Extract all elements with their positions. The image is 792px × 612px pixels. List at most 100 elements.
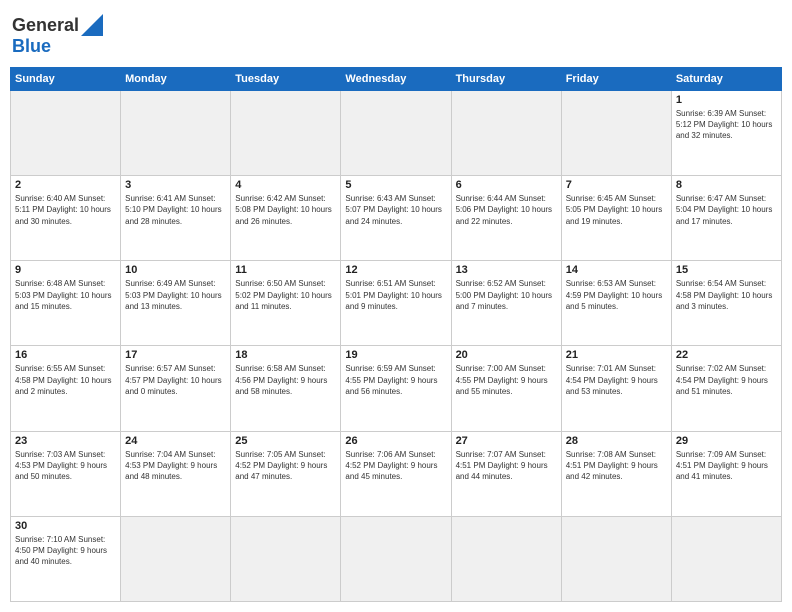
- day-number: 11: [235, 264, 336, 276]
- day-number: 24: [125, 435, 226, 447]
- calendar-cell: 15 Sunrise: 6:54 AM Sunset: 4:58 PM Dayli…: [671, 261, 781, 346]
- logo: General Blue: [12, 14, 103, 57]
- weekday-header-saturday: Saturday: [671, 68, 781, 91]
- day-number: 10: [125, 264, 226, 276]
- day-number: 26: [345, 435, 446, 447]
- calendar-cell: 4 Sunrise: 6:42 AM Sunset: 5:08 PM Daylig…: [231, 176, 341, 261]
- calendar-week-4: 16 Sunrise: 6:55 AM Sunset: 4:58 PM Dayli…: [11, 346, 782, 431]
- calendar-cell: 5 Sunrise: 6:43 AM Sunset: 5:07 PM Daylig…: [341, 176, 451, 261]
- day-info: Sunrise: 6:49 AM Sunset: 5:03 PM Dayligh…: [125, 278, 226, 312]
- calendar-cell: 1 Sunrise: 6:39 AM Sunset: 5:12 PM Daylig…: [671, 91, 781, 176]
- calendar-cell: [11, 91, 121, 176]
- day-info: Sunrise: 6:55 AM Sunset: 4:58 PM Dayligh…: [15, 363, 116, 397]
- day-number: 30: [15, 520, 116, 532]
- day-number: 13: [456, 264, 557, 276]
- calendar-cell: [561, 91, 671, 176]
- calendar-cell: 19 Sunrise: 6:59 AM Sunset: 4:55 PM Dayli…: [341, 346, 451, 431]
- calendar-cell: 20 Sunrise: 7:00 AM Sunset: 4:55 PM Dayli…: [451, 346, 561, 431]
- calendar-cell: [231, 91, 341, 176]
- day-info: Sunrise: 6:52 AM Sunset: 5:00 PM Dayligh…: [456, 278, 557, 312]
- day-info: Sunrise: 7:10 AM Sunset: 4:50 PM Dayligh…: [15, 534, 116, 568]
- day-info: Sunrise: 7:02 AM Sunset: 4:54 PM Dayligh…: [676, 363, 777, 397]
- logo-triangle-icon: [81, 14, 103, 36]
- calendar-body: 1 Sunrise: 6:39 AM Sunset: 5:12 PM Daylig…: [11, 91, 782, 602]
- calendar-cell: 22 Sunrise: 7:02 AM Sunset: 4:54 PM Dayli…: [671, 346, 781, 431]
- day-number: 8: [676, 179, 777, 191]
- day-info: Sunrise: 7:04 AM Sunset: 4:53 PM Dayligh…: [125, 449, 226, 483]
- day-info: Sunrise: 6:54 AM Sunset: 4:58 PM Dayligh…: [676, 278, 777, 312]
- calendar-week-3: 9 Sunrise: 6:48 AM Sunset: 5:03 PM Daylig…: [11, 261, 782, 346]
- calendar-cell: 17 Sunrise: 6:57 AM Sunset: 4:57 PM Dayli…: [121, 346, 231, 431]
- day-number: 21: [566, 349, 667, 361]
- day-info: Sunrise: 7:03 AM Sunset: 4:53 PM Dayligh…: [15, 449, 116, 483]
- day-number: 7: [566, 179, 667, 191]
- calendar-cell: [451, 91, 561, 176]
- day-number: 4: [235, 179, 336, 191]
- calendar-week-2: 2Sunrise: 6:40 AM Sunset: 5:11 PM Daylig…: [11, 176, 782, 261]
- calendar-cell: 29Sunrise: 7:09 AM Sunset: 4:51 PM Dayli…: [671, 431, 781, 516]
- day-info: Sunrise: 7:07 AM Sunset: 4:51 PM Dayligh…: [456, 449, 557, 483]
- weekday-header-sunday: Sunday: [11, 68, 121, 91]
- day-info: Sunrise: 7:08 AM Sunset: 4:51 PM Dayligh…: [566, 449, 667, 483]
- day-info: Sunrise: 6:57 AM Sunset: 4:57 PM Dayligh…: [125, 363, 226, 397]
- header: General Blue: [10, 10, 782, 61]
- day-number: 17: [125, 349, 226, 361]
- calendar-cell: 6Sunrise: 6:44 AM Sunset: 5:06 PM Daylig…: [451, 176, 561, 261]
- day-number: 6: [456, 179, 557, 191]
- calendar-cell: 16 Sunrise: 6:55 AM Sunset: 4:58 PM Dayli…: [11, 346, 121, 431]
- calendar-cell: 7 Sunrise: 6:45 AM Sunset: 5:05 PM Daylig…: [561, 176, 671, 261]
- day-number: 22: [676, 349, 777, 361]
- day-info: Sunrise: 6:42 AM Sunset: 5:08 PM Dayligh…: [235, 193, 336, 227]
- day-number: 23: [15, 435, 116, 447]
- day-number: 25: [235, 435, 336, 447]
- day-number: 28: [566, 435, 667, 447]
- day-number: 14: [566, 264, 667, 276]
- calendar-cell: [341, 91, 451, 176]
- day-info: Sunrise: 6:48 AM Sunset: 5:03 PM Dayligh…: [15, 278, 116, 312]
- day-number: 18: [235, 349, 336, 361]
- day-number: 9: [15, 264, 116, 276]
- day-number: 2: [15, 179, 116, 191]
- day-info: Sunrise: 6:51 AM Sunset: 5:01 PM Dayligh…: [345, 278, 446, 312]
- day-info: Sunrise: 7:05 AM Sunset: 4:52 PM Dayligh…: [235, 449, 336, 483]
- calendar-week-6: 30 Sunrise: 7:10 AM Sunset: 4:50 PM Dayli…: [11, 516, 782, 601]
- day-info: Sunrise: 6:45 AM Sunset: 5:05 PM Dayligh…: [566, 193, 667, 227]
- calendar-header: SundayMondayTuesdayWednesdayThursdayFrid…: [11, 68, 782, 91]
- calendar-cell: 11Sunrise: 6:50 AM Sunset: 5:02 PM Dayli…: [231, 261, 341, 346]
- calendar-cell: 24 Sunrise: 7:04 AM Sunset: 4:53 PM Dayli…: [121, 431, 231, 516]
- calendar-cell: [341, 516, 451, 601]
- calendar-cell: 21 Sunrise: 7:01 AM Sunset: 4:54 PM Dayli…: [561, 346, 671, 431]
- calendar-cell: 18Sunrise: 6:58 AM Sunset: 4:56 PM Dayli…: [231, 346, 341, 431]
- calendar-cell: 28 Sunrise: 7:08 AM Sunset: 4:51 PM Dayli…: [561, 431, 671, 516]
- day-number: 19: [345, 349, 446, 361]
- weekday-header-thursday: Thursday: [451, 68, 561, 91]
- day-info: Sunrise: 6:53 AM Sunset: 4:59 PM Dayligh…: [566, 278, 667, 312]
- day-number: 1: [676, 94, 777, 106]
- day-number: 3: [125, 179, 226, 191]
- calendar-cell: 3 Sunrise: 6:41 AM Sunset: 5:10 PM Daylig…: [121, 176, 231, 261]
- day-number: 15: [676, 264, 777, 276]
- calendar-cell: 13 Sunrise: 6:52 AM Sunset: 5:00 PM Dayli…: [451, 261, 561, 346]
- logo-blue-text: Blue: [12, 36, 51, 57]
- day-info: Sunrise: 6:41 AM Sunset: 5:10 PM Dayligh…: [125, 193, 226, 227]
- calendar-cell: [561, 516, 671, 601]
- calendar-cell: [451, 516, 561, 601]
- weekday-header-wednesday: Wednesday: [341, 68, 451, 91]
- calendar-cell: [231, 516, 341, 601]
- day-number: 20: [456, 349, 557, 361]
- calendar-cell: 8Sunrise: 6:47 AM Sunset: 5:04 PM Daylig…: [671, 176, 781, 261]
- day-info: Sunrise: 6:59 AM Sunset: 4:55 PM Dayligh…: [345, 363, 446, 397]
- day-info: Sunrise: 7:01 AM Sunset: 4:54 PM Dayligh…: [566, 363, 667, 397]
- calendar-week-1: 1 Sunrise: 6:39 AM Sunset: 5:12 PM Daylig…: [11, 91, 782, 176]
- day-info: Sunrise: 7:09 AM Sunset: 4:51 PM Dayligh…: [676, 449, 777, 483]
- day-number: 12: [345, 264, 446, 276]
- day-number: 5: [345, 179, 446, 191]
- calendar-cell: 25 Sunrise: 7:05 AM Sunset: 4:52 PM Dayli…: [231, 431, 341, 516]
- weekday-header-tuesday: Tuesday: [231, 68, 341, 91]
- day-info: Sunrise: 6:39 AM Sunset: 5:12 PM Dayligh…: [676, 108, 777, 142]
- day-info: Sunrise: 7:00 AM Sunset: 4:55 PM Dayligh…: [456, 363, 557, 397]
- day-number: 27: [456, 435, 557, 447]
- day-info: Sunrise: 6:43 AM Sunset: 5:07 PM Dayligh…: [345, 193, 446, 227]
- calendar-cell: 2Sunrise: 6:40 AM Sunset: 5:11 PM Daylig…: [11, 176, 121, 261]
- day-number: 16: [15, 349, 116, 361]
